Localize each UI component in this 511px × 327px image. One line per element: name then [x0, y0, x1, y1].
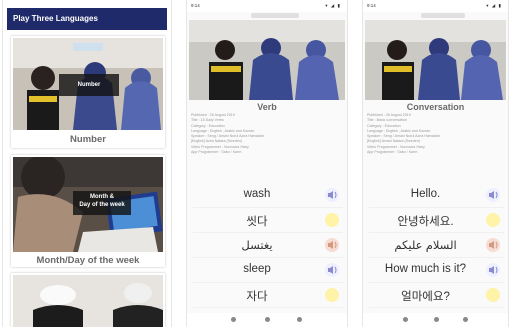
play-korean-icon[interactable] — [486, 213, 500, 227]
video-details: Published : 26 August 2019 Title : Basic… — [367, 113, 504, 155]
detail-line: App Programmer : Sabu / Karm — [191, 150, 242, 155]
video-details: Published : 26 August 2019 Title : 15 Da… — [191, 113, 343, 155]
play-arabic-icon[interactable] — [486, 238, 500, 252]
phrase-text: Hello. — [410, 188, 441, 200]
recents-icon[interactable] — [297, 317, 302, 322]
third-photo — [13, 275, 163, 327]
status-bar: 9:14 ▾ ◢ ▮ — [187, 0, 347, 12]
month-day-caption: Month/Day of the week — [36, 255, 140, 266]
speaker-icon[interactable] — [486, 263, 500, 277]
play-arabic-icon[interactable] — [325, 238, 339, 252]
word-text: wash — [243, 188, 271, 200]
page-title: Verb — [257, 102, 277, 112]
conversation-photo — [365, 20, 506, 100]
page-title: Conversation — [406, 102, 465, 112]
number-overlay-label: Number — [59, 74, 119, 96]
phrase-text: 얼마에요? — [401, 291, 450, 303]
play-korean-icon[interactable] — [325, 213, 339, 227]
list-item[interactable]: يغتسل — [193, 233, 343, 258]
phrase-text: 안녕하세요. — [397, 216, 454, 228]
third-thumbnail — [13, 275, 163, 327]
category-card-third[interactable] — [11, 273, 165, 327]
speakers-photo — [189, 20, 345, 100]
app-title: Play Three Languages — [13, 14, 98, 23]
word-list: wash 씻다 يغتسل sleep 자다 — [193, 183, 343, 308]
play-korean-icon[interactable] — [325, 288, 339, 302]
word-text: يغتسل — [241, 240, 273, 252]
navigation-bar — [363, 313, 508, 327]
speaker-icon[interactable] — [486, 188, 500, 202]
list-item[interactable]: wash — [193, 183, 343, 208]
category-card-number[interactable]: Number Number — [11, 36, 165, 148]
back-icon[interactable] — [231, 317, 236, 322]
status-icons: ▾ ◢ ▮ — [325, 3, 341, 8]
list-item[interactable]: 씻다 — [193, 208, 343, 233]
speaker-icon[interactable] — [325, 188, 339, 202]
home-icon[interactable] — [434, 317, 439, 322]
phrase-list: Hello. 안녕하세요. السلام عليكم How much is i… — [369, 183, 504, 308]
category-card-month-day[interactable]: Month & Day of the week Month/Day of the… — [11, 155, 165, 267]
phrase-text: How much is it? — [384, 263, 467, 275]
phrase-text: السلام عليكم — [394, 240, 457, 252]
home-screen: Play Three Languages Number Number Month… — [2, 0, 172, 327]
list-item[interactable]: How much is it? — [369, 258, 504, 283]
list-item[interactable]: sleep — [193, 258, 343, 283]
back-icon[interactable] — [403, 317, 408, 322]
list-item[interactable]: 안녕하세요. — [369, 208, 504, 233]
drag-handle — [421, 13, 465, 18]
list-item[interactable]: السلام عليكم — [369, 233, 504, 258]
verb-photo — [189, 20, 345, 100]
status-bar: 9:14 ▾ ◢ ▮ — [363, 0, 508, 12]
status-time: 9:14 — [191, 3, 200, 8]
list-item[interactable]: Hello. — [369, 183, 504, 208]
play-korean-icon[interactable] — [486, 288, 500, 302]
list-item[interactable]: 자다 — [193, 283, 343, 308]
recents-icon[interactable] — [463, 317, 468, 322]
navigation-bar — [187, 313, 347, 327]
speaker-icon[interactable] — [325, 263, 339, 277]
app-title-bar: Play Three Languages — [7, 8, 167, 30]
status-time: 9:14 — [367, 3, 376, 8]
detail-line: App Programmer : Sabu / Karm — [367, 150, 418, 155]
conversation-screen: 9:14 ▾ ◢ ▮ Conversation Published : 26 A… — [362, 0, 509, 327]
number-caption: Number — [70, 134, 106, 145]
speakers-photo — [365, 20, 506, 100]
verb-screen: 9:14 ▾ ◢ ▮ Verb Published : 26 August 20… — [186, 0, 348, 327]
drag-handle — [251, 13, 299, 18]
month-day-overlay-label: Month & Day of the week — [73, 191, 131, 215]
word-text: 자다 — [246, 291, 268, 303]
status-icons: ▾ ◢ ▮ — [486, 3, 502, 8]
home-icon[interactable] — [265, 317, 270, 322]
word-text: sleep — [243, 263, 271, 275]
list-item[interactable]: 얼마에요? — [369, 283, 504, 308]
word-text: 씻다 — [246, 216, 268, 228]
